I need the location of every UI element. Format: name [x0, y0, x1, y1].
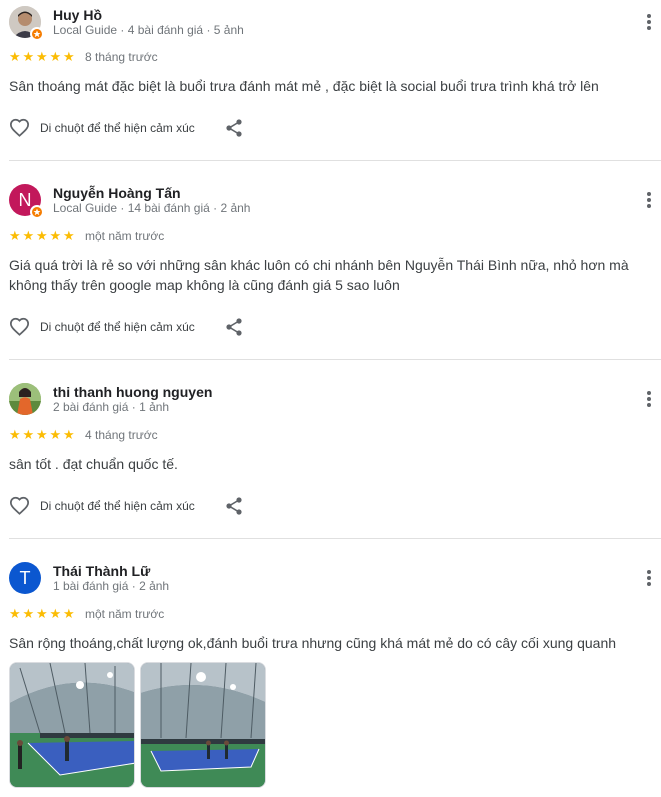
star-icon: ★: [49, 228, 62, 243]
review-text: Giá quá trời là rẻ so với những sân khác…: [9, 257, 629, 293]
more-options-icon[interactable]: [645, 190, 653, 210]
reviewer-avatar[interactable]: T: [9, 562, 41, 594]
star-icon: ★: [36, 606, 48, 621]
review-photo[interactable]: [9, 662, 135, 788]
star-icon: ★: [63, 49, 75, 64]
star-rating: ★ ★ ★ ★ ★: [9, 229, 77, 242]
reviewer-avatar[interactable]: [9, 6, 44, 41]
react-label: Di chuột để thể hiện cảm xúc: [40, 319, 195, 334]
star-rating: ★ ★ ★ ★ ★: [9, 607, 77, 620]
more-options-icon[interactable]: [645, 568, 653, 588]
star-icon: ★: [63, 606, 75, 621]
reviewer-name[interactable]: Thái Thành Lữ: [53, 563, 150, 579]
reviewer-meta[interactable]: Local Guide · 4 bài đánh giá · 5 ảnh: [53, 23, 244, 37]
react-button[interactable]: Di chuột để thể hiện cảm xúc: [9, 496, 195, 515]
reviewer-meta[interactable]: 1 bài đánh giá · 2 ảnh: [53, 579, 169, 593]
react-button[interactable]: Di chuột để thể hiện cảm xúc: [9, 317, 195, 336]
reviewer-meta[interactable]: Local Guide · 14 bài đánh giá · 2 ảnh: [53, 201, 250, 215]
star-icon: ★: [49, 606, 62, 621]
star-icon: ★: [36, 427, 48, 442]
review-text: Sân thoáng mát đặc biệt là buổi trưa đán…: [9, 78, 599, 94]
react-label: Di chuột để thể hiện cảm xúc: [40, 120, 195, 135]
star-icon: ★: [36, 228, 48, 243]
star-icon: ★: [63, 427, 75, 442]
share-icon[interactable]: [224, 317, 244, 337]
share-icon[interactable]: [224, 496, 244, 516]
more-options-icon[interactable]: [645, 389, 653, 409]
star-icon: ★: [63, 228, 75, 243]
review-date: 8 tháng trước: [85, 50, 158, 64]
divider: [9, 359, 661, 360]
heart-icon: [9, 496, 30, 515]
reviewer-meta[interactable]: 2 bài đánh giá · 1 ảnh: [53, 400, 169, 414]
star-icon: ★: [22, 49, 35, 64]
share-icon[interactable]: [224, 118, 244, 138]
heart-icon: [9, 317, 30, 336]
more-options-icon[interactable]: [645, 12, 653, 32]
divider: [9, 538, 661, 539]
court-photo-icon: [141, 663, 265, 787]
local-guide-badge-icon: [30, 205, 44, 219]
react-label: Di chuột để thể hiện cảm xúc: [40, 498, 195, 513]
star-icon: ★: [22, 427, 35, 442]
reviewer-avatar[interactable]: N: [9, 184, 44, 219]
review-date: một năm trước: [85, 607, 165, 621]
star-icon: ★: [9, 606, 21, 621]
react-button[interactable]: Di chuột để thể hiện cảm xúc: [9, 118, 195, 137]
star-rating: ★ ★ ★ ★ ★: [9, 50, 77, 63]
review-photo[interactable]: [140, 662, 266, 788]
star-icon: ★: [22, 606, 35, 621]
reviewer-avatar[interactable]: [9, 383, 41, 415]
court-photo-icon: [10, 663, 134, 787]
star-icon: ★: [36, 49, 48, 64]
reviewer-name[interactable]: thi thanh huong nguyen: [53, 384, 212, 400]
reviewer-name[interactable]: Huy Hồ: [53, 7, 102, 23]
star-icon: ★: [9, 228, 21, 243]
avatar-letter: T: [9, 562, 41, 594]
star-icon: ★: [22, 228, 35, 243]
local-guide-badge-icon: [30, 27, 44, 41]
star-rating: ★ ★ ★ ★ ★: [9, 428, 77, 441]
review-date: 4 tháng trước: [85, 428, 158, 442]
star-icon: ★: [9, 427, 21, 442]
star-icon: ★: [9, 49, 21, 64]
star-icon: ★: [49, 427, 62, 442]
divider: [9, 160, 661, 161]
review-date: một năm trước: [85, 229, 165, 243]
reviewer-name[interactable]: Nguyễn Hoàng Tấn: [53, 185, 181, 201]
heart-icon: [9, 118, 30, 137]
review-text: Sân rộng thoáng,chất lượng ok,đánh buổi …: [9, 635, 617, 651]
avatar-photo: [9, 383, 41, 415]
review-text: sân tốt . đạt chuẩn quốc tế.: [9, 456, 178, 472]
person-photo-icon: [9, 383, 41, 415]
star-icon: ★: [49, 49, 62, 64]
